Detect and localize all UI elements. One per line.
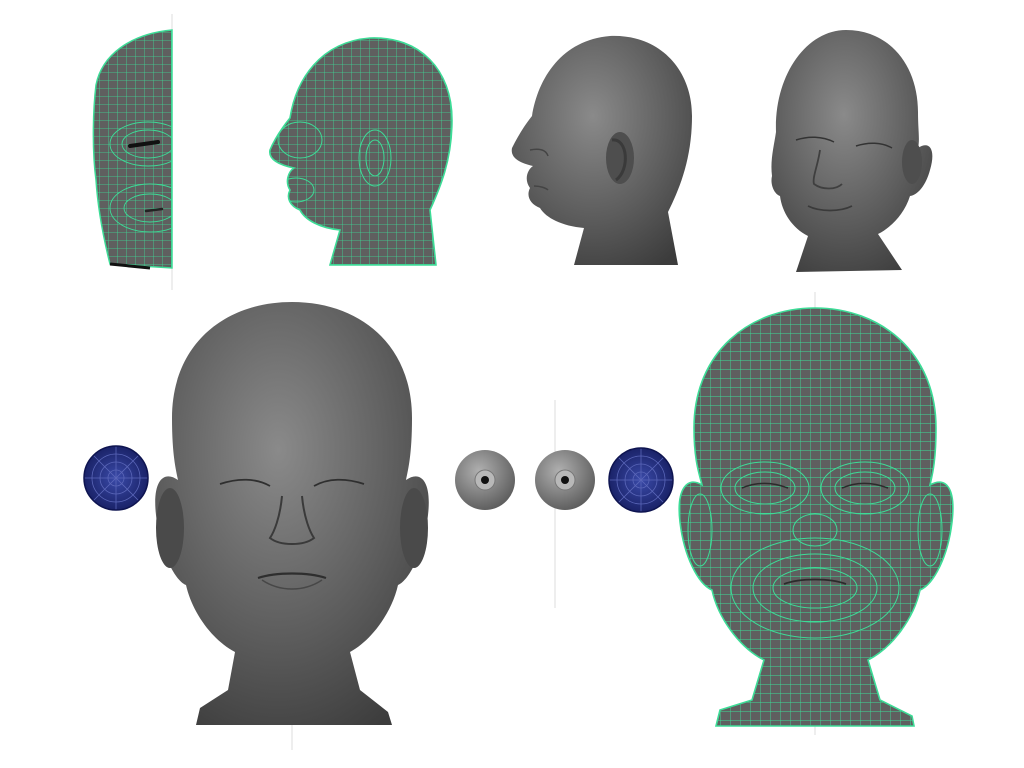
- eyeball-shaded-1: [455, 450, 515, 510]
- eyeball-wire-right: [608, 447, 674, 513]
- eyeball-wire-left: [83, 445, 149, 511]
- character-head-model-sheet: [0, 0, 1024, 768]
- eyeball-shaded-2: [535, 450, 595, 510]
